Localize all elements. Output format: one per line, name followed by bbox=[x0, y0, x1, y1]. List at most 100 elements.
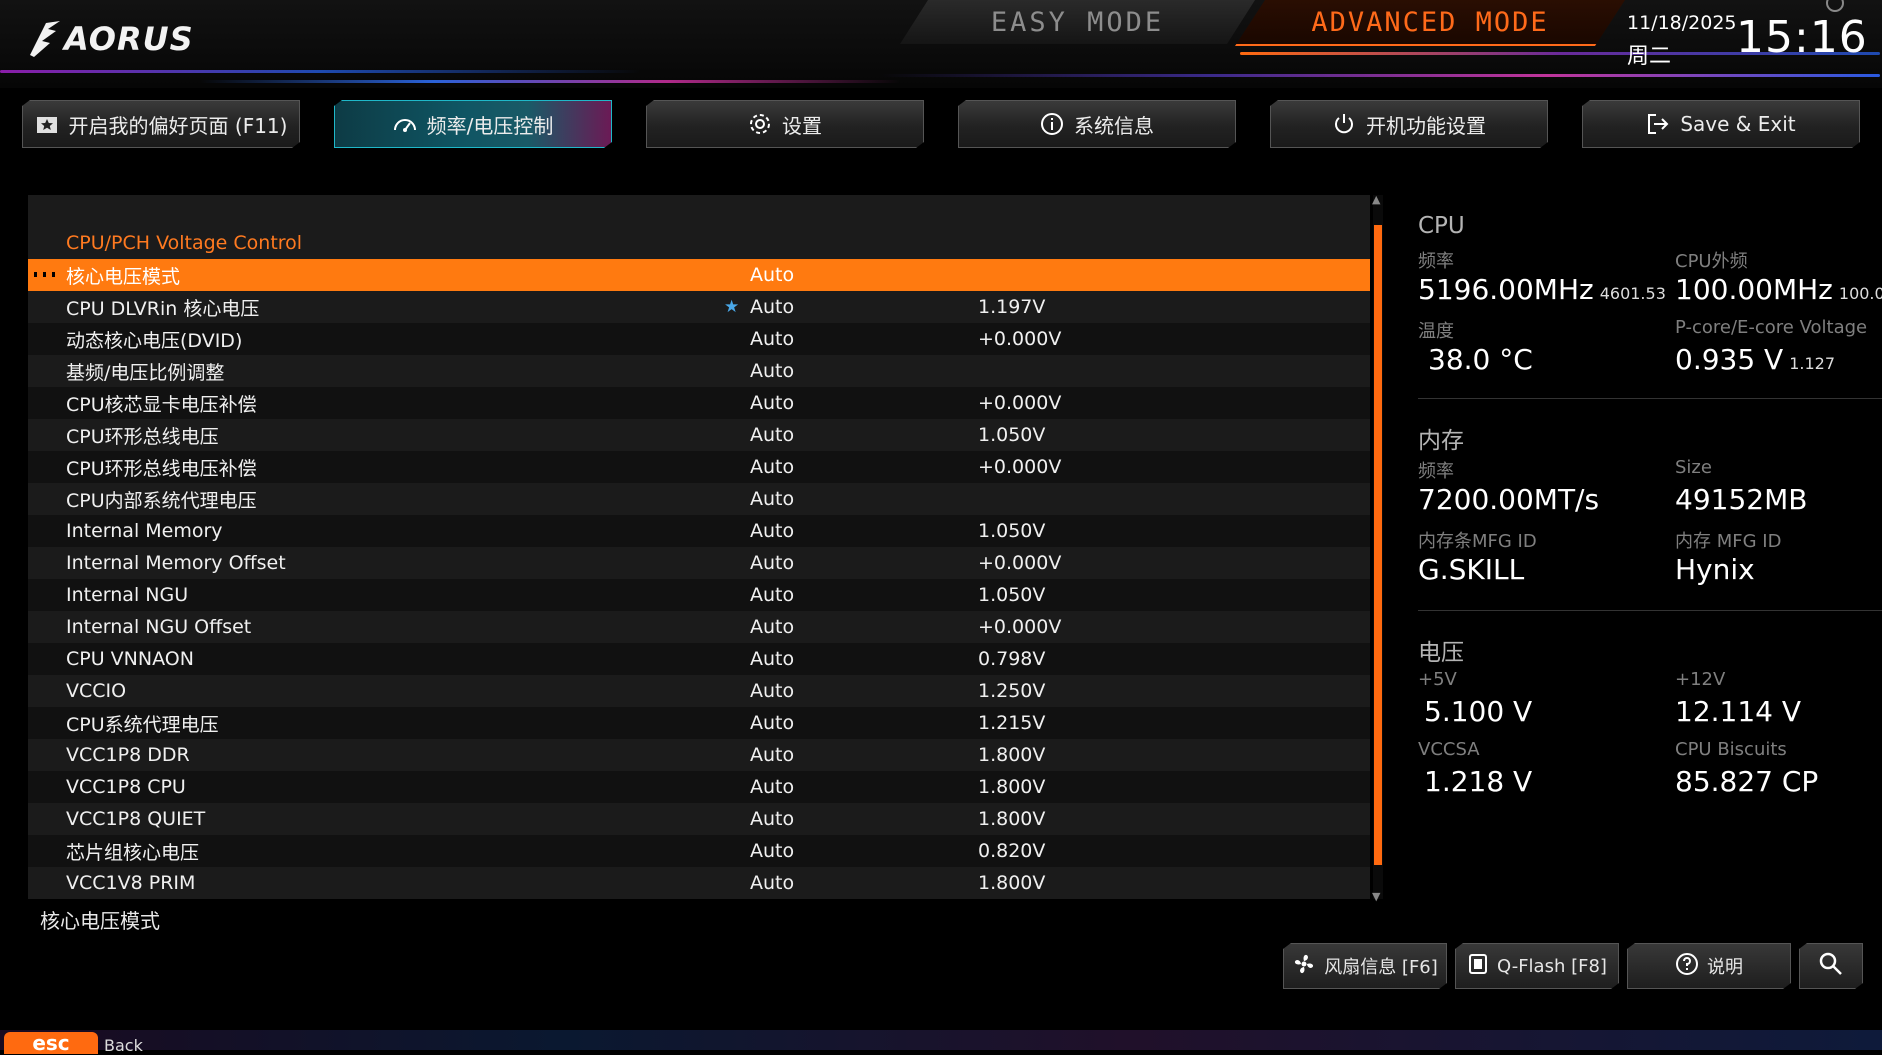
esc-button[interactable]: esc bbox=[4, 1031, 98, 1055]
setting-row[interactable]: VCC1V8 PRIM Auto 1.800V bbox=[28, 867, 1370, 899]
v5-value: 5.100 V bbox=[1424, 695, 1533, 728]
setting-current-value: 1.800V bbox=[978, 872, 1046, 894]
tab-save-exit[interactable]: Save & Exit bbox=[1582, 100, 1860, 148]
advanced-mode-button[interactable]: ADVANCED MODE bbox=[1235, 0, 1625, 46]
setting-label: Internal NGU bbox=[66, 584, 189, 606]
qflash-button[interactable]: Q-Flash [F8] bbox=[1455, 943, 1619, 989]
help-description: 核心电压模式 bbox=[40, 909, 160, 933]
setting-label: CPU DLVRin 核心电压 bbox=[66, 297, 260, 320]
setting-option[interactable]: Auto bbox=[750, 296, 794, 318]
cpu-freq-main: 5196.00MHz bbox=[1418, 273, 1594, 306]
v5-label: +5V bbox=[1418, 669, 1457, 690]
setting-option[interactable]: Auto bbox=[750, 520, 794, 542]
tab-favorites[interactable]: 开启我的偏好页面 (F11) bbox=[22, 100, 300, 148]
setting-row[interactable]: CPU核芯显卡电压补偿 Auto +0.000V bbox=[28, 387, 1370, 419]
mem-size-value: 49152MB bbox=[1675, 483, 1808, 516]
setting-row[interactable]: 核心电压模式 Auto bbox=[28, 259, 1370, 291]
settings-scrollbar[interactable]: ▲ ▼ bbox=[1372, 193, 1383, 903]
qflash-label: Q-Flash [F8] bbox=[1497, 955, 1607, 977]
vccsa-value: 1.218 V bbox=[1424, 765, 1533, 798]
setting-option[interactable]: Auto bbox=[750, 648, 794, 670]
setting-row[interactable]: CPU环形总线电压 Auto 1.050V bbox=[28, 419, 1370, 451]
aorus-logo: AORUS bbox=[28, 18, 203, 60]
easy-mode-button[interactable]: EASY MODE bbox=[900, 0, 1255, 44]
setting-option[interactable]: Auto bbox=[750, 584, 794, 606]
favorite-star-icon[interactable]: ★ bbox=[724, 297, 739, 317]
setting-row[interactable]: CPU内部系统代理电压 Auto bbox=[28, 483, 1370, 515]
setting-row[interactable]: Internal NGU Auto 1.050V bbox=[28, 579, 1370, 611]
cpu-temp-label: 温度 bbox=[1418, 321, 1454, 342]
cpu-freq-value: 5196.00MHz 4601.53 bbox=[1418, 273, 1666, 306]
setting-row[interactable]: 芯片组核心电压 Auto 0.820V bbox=[28, 835, 1370, 867]
tab-boot[interactable]: 开机功能设置 bbox=[1270, 100, 1548, 148]
setting-option[interactable]: Auto bbox=[750, 616, 794, 638]
setting-option[interactable]: Auto bbox=[750, 552, 794, 574]
setting-row[interactable]: Internal NGU Offset Auto +0.000V bbox=[28, 611, 1370, 643]
setting-current-value: +0.000V bbox=[978, 456, 1062, 478]
setting-row[interactable]: Internal Memory Offset Auto +0.000V bbox=[28, 547, 1370, 579]
help-icon bbox=[1675, 952, 1699, 981]
mem-chip-label: 内存 MFG ID bbox=[1675, 531, 1782, 552]
setting-option[interactable]: Auto bbox=[750, 264, 794, 286]
setting-option[interactable]: Auto bbox=[750, 328, 794, 350]
setting-row[interactable]: CPU VNNAON Auto 0.798V bbox=[28, 643, 1370, 675]
settings-panel: CPU/PCH Voltage Control 核心电压模式 Auto CPU DL… bbox=[28, 195, 1370, 899]
cpu-freq-label: 频率 bbox=[1418, 251, 1454, 272]
setting-option[interactable]: Auto bbox=[750, 488, 794, 510]
setting-current-value: 1.050V bbox=[978, 424, 1046, 446]
setting-option[interactable]: Auto bbox=[750, 456, 794, 478]
setting-option[interactable]: Auto bbox=[750, 776, 794, 798]
setting-label: VCC1P8 DDR bbox=[66, 744, 190, 766]
search-button[interactable] bbox=[1799, 943, 1863, 989]
setting-row[interactable]: VCC1P8 CPU Auto 1.800V bbox=[28, 771, 1370, 803]
tab-settings[interactable]: 设置 bbox=[646, 100, 924, 148]
vccsa-label: VCCSA bbox=[1418, 739, 1480, 760]
setting-row[interactable]: CPU系统代理电压 Auto 1.215V bbox=[28, 707, 1370, 739]
gear-icon bbox=[748, 112, 772, 136]
setting-option[interactable]: Auto bbox=[750, 424, 794, 446]
tab-frequency-voltage[interactable]: 频率/电压控制 bbox=[334, 100, 612, 148]
scroll-thumb[interactable] bbox=[1374, 225, 1382, 865]
setting-row[interactable]: VCC1P8 DDR Auto 1.800V bbox=[28, 739, 1370, 771]
setting-label: VCC1P8 CPU bbox=[66, 776, 186, 798]
setting-row[interactable]: VCC1P8 QUIET Auto 1.800V bbox=[28, 803, 1370, 835]
cpu-bclk-sub: 100.00 bbox=[1838, 284, 1882, 303]
cpu-vcore-sub: 1.127 bbox=[1789, 354, 1836, 373]
tab-system-info[interactable]: 系统信息 bbox=[958, 100, 1236, 148]
setting-row[interactable]: CPU DLVRin 核心电压 ★ Auto 1.197V bbox=[28, 291, 1370, 323]
setting-option[interactable]: Auto bbox=[750, 680, 794, 702]
setting-row[interactable]: 动态核心电压(DVID) Auto +0.000V bbox=[28, 323, 1370, 355]
setting-row[interactable]: 基频/电压比例调整 Auto bbox=[28, 355, 1370, 387]
info-divider bbox=[1418, 398, 1882, 399]
setting-option[interactable]: Auto bbox=[750, 808, 794, 830]
setting-option[interactable]: Auto bbox=[750, 744, 794, 766]
mem-mfg-label: 内存条MFG ID bbox=[1418, 531, 1537, 552]
setting-label: CPU核芯显卡电压补偿 bbox=[66, 393, 257, 416]
setting-label: Internal Memory bbox=[66, 520, 223, 542]
setting-option[interactable]: Auto bbox=[750, 360, 794, 382]
cpu-vcore-label: P-core/E-core Voltage bbox=[1675, 317, 1868, 338]
biscuits-label: CPU Biscuits bbox=[1675, 739, 1787, 760]
setting-current-value: 0.798V bbox=[978, 648, 1046, 670]
cpu-bclk-main: 100.00MHz bbox=[1675, 273, 1833, 306]
scroll-down-icon[interactable]: ▼ bbox=[1372, 890, 1380, 903]
setting-row[interactable]: VCCIO Auto 1.250V bbox=[28, 675, 1370, 707]
decor-streak bbox=[880, 74, 1880, 77]
setting-current-value: 1.050V bbox=[978, 520, 1046, 542]
setting-option[interactable]: Auto bbox=[750, 840, 794, 862]
help-button[interactable]: 说明 bbox=[1627, 943, 1791, 989]
setting-option[interactable]: Auto bbox=[750, 712, 794, 734]
help-label: 说明 bbox=[1707, 957, 1743, 978]
setting-row[interactable]: Internal Memory Auto 1.050V bbox=[28, 515, 1370, 547]
speedometer-icon bbox=[393, 112, 417, 136]
biscuits-value: 85.827 CP bbox=[1675, 765, 1819, 798]
mem-size-label: Size bbox=[1675, 457, 1712, 478]
cpu-vcore-value: 0.935 V 1.127 bbox=[1675, 343, 1835, 376]
fan-info-button[interactable]: 风扇信息 [F6] bbox=[1283, 943, 1447, 989]
scroll-up-icon[interactable]: ▲ bbox=[1372, 193, 1380, 206]
setting-row[interactable]: CPU环形总线电压补偿 Auto +0.000V bbox=[28, 451, 1370, 483]
setting-current-value: 1.800V bbox=[978, 808, 1046, 830]
setting-label: 动态核心电压(DVID) bbox=[66, 329, 243, 352]
setting-option[interactable]: Auto bbox=[750, 872, 794, 894]
setting-option[interactable]: Auto bbox=[750, 392, 794, 414]
